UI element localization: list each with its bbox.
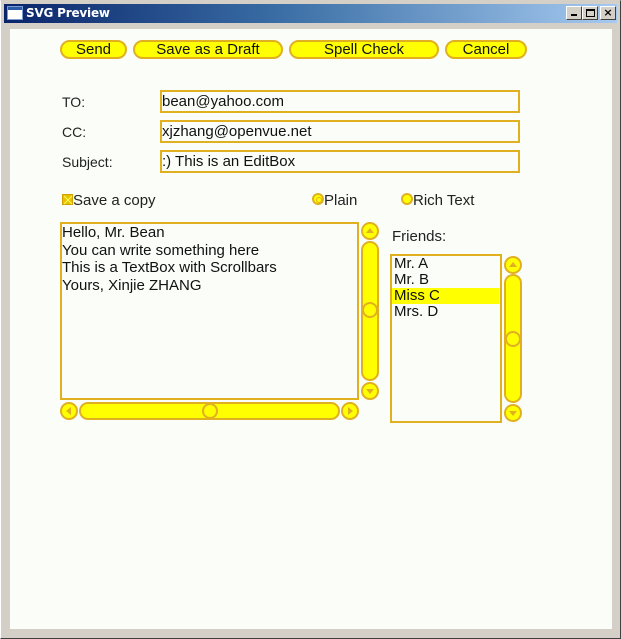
minimize-icon <box>571 14 577 16</box>
message-scroll-right-button[interactable] <box>341 402 359 420</box>
message-line: You can write something here <box>62 241 260 259</box>
save-copy-checkbox[interactable] <box>62 194 73 205</box>
to-label: TO: <box>62 94 86 110</box>
subject-field[interactable]: :) This is an EditBox <box>160 150 520 173</box>
rich-text-label: Rich Text <box>413 192 475 209</box>
message-hscroll-track[interactable] <box>79 402 340 420</box>
title-bar[interactable]: SVG Preview × <box>4 4 617 23</box>
friend-item[interactable]: Mrs. D <box>392 304 499 320</box>
friend-item-selected[interactable]: Miss C <box>392 288 499 304</box>
maximize-icon <box>586 9 595 17</box>
spell-check-button[interactable]: Spell Check <box>289 40 439 59</box>
arrow-down-icon <box>509 411 517 416</box>
friends-label: Friends: <box>392 228 447 245</box>
maximize-button[interactable] <box>582 6 598 20</box>
friend-item[interactable]: Mr. B <box>392 272 499 288</box>
message-textbox[interactable]: Hello, Mr. Bean You can write something … <box>60 222 359 400</box>
plain-radio[interactable] <box>312 193 324 205</box>
message-vscroll-track[interactable] <box>361 241 379 381</box>
message-line: Hello, Mr. Bean <box>62 224 165 241</box>
to-field[interactable]: bean@yahoo.com <box>160 90 520 113</box>
rich-text-radio[interactable] <box>401 193 413 205</box>
close-icon: × <box>603 6 613 19</box>
cc-label: CC: <box>62 124 87 140</box>
save-draft-button[interactable]: Save as a Draft <box>133 40 283 59</box>
friends-listbox[interactable]: Mr. A Mr. B Miss C Mrs. D <box>390 254 502 423</box>
message-scroll-left-button[interactable] <box>60 402 78 420</box>
cc-field[interactable]: xjzhang@openvue.net <box>160 120 520 143</box>
arrow-up-icon <box>366 228 374 233</box>
friends-scroll-down-button[interactable] <box>504 404 522 422</box>
message-hscroll-thumb[interactable] <box>202 403 218 419</box>
window-icon <box>7 6 23 20</box>
send-button[interactable]: Send <box>60 40 127 59</box>
message-line: This is a TextBox with Scrollbars <box>62 259 277 276</box>
message-scroll-up-button[interactable] <box>361 222 379 240</box>
subject-label: Subject: <box>62 154 113 170</box>
preview-window: SVG Preview × Send Save as a Draft Spell… <box>0 0 621 639</box>
friends-scroll-up-button[interactable] <box>504 256 522 274</box>
arrow-right-icon <box>348 407 353 415</box>
cancel-button[interactable]: Cancel <box>445 40 527 59</box>
svg-canvas: Send Save as a Draft Spell Check Cancel … <box>10 29 612 629</box>
message-vscroll-thumb[interactable] <box>362 302 378 318</box>
window-title: SVG Preview <box>26 6 110 20</box>
message-scroll-down-button[interactable] <box>361 382 379 400</box>
arrow-up-icon <box>509 262 517 267</box>
message-line: Yours, Xinjie ZHANG <box>62 276 202 294</box>
friends-vscroll-thumb[interactable] <box>505 331 521 347</box>
save-copy-label: Save a copy <box>73 192 156 209</box>
arrow-down-icon <box>366 389 374 394</box>
friend-item[interactable]: Mr. A <box>392 256 499 272</box>
friends-vscroll-track[interactable] <box>504 274 522 403</box>
plain-label: Plain <box>324 192 358 209</box>
close-button[interactable]: × <box>600 6 616 20</box>
arrow-left-icon <box>66 407 71 415</box>
minimize-button[interactable] <box>566 6 582 20</box>
